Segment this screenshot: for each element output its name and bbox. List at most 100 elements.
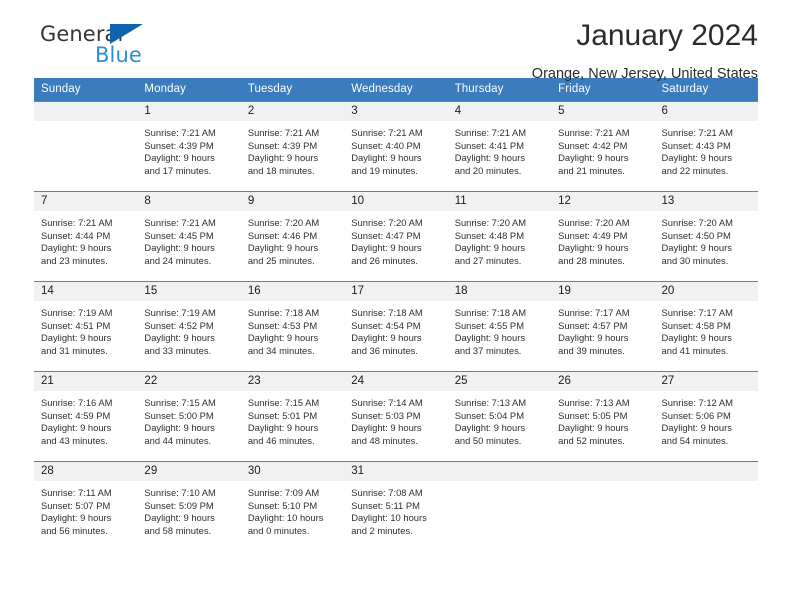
calendar-day-cell[interactable]: 23 Sunrise: 7:15 AM Sunset: 5:01 PM Dayligh… [240, 371, 345, 462]
day-details: Sunrise: 7:10 AM Sunset: 5:09 PM Daylight:… [137, 481, 240, 537]
day-details: Sunrise: 7:21 AM Sunset: 4:43 PM Daylight:… [655, 121, 758, 177]
calendar-day-cell[interactable]: 16 Sunrise: 7:18 AM Sunset: 4:53 PM Dayligh… [240, 281, 345, 372]
daylight-text-line1: Daylight: 9 hours [247, 242, 319, 254]
calendar-week-row: 28 Sunrise: 7:11 AM Sunset: 5:07 PM Dayligh… [34, 461, 758, 551]
calendar-day-cell[interactable]: 27 Sunrise: 7:12 AM Sunset: 5:06 PM Dayligh… [654, 371, 758, 462]
daylight-text-line1: Daylight: 9 hours [454, 242, 526, 254]
daylight-text-line2: and 19 minutes. [351, 164, 418, 176]
daylight-text-line1: Daylight: 10 hours [247, 512, 324, 524]
day-number: 18 [447, 282, 552, 301]
calendar-week-row: 1 Sunrise: 7:21 AM Sunset: 4:39 PM Daylight… [34, 101, 758, 192]
calendar-day-cell[interactable]: 6 Sunrise: 7:21 AM Sunset: 4:43 PM Daylight… [654, 101, 758, 192]
day-details: Sunrise: 7:15 AM Sunset: 5:01 PM Daylight:… [241, 391, 344, 447]
day-number: 31 [344, 462, 448, 481]
day-number: 22 [137, 372, 241, 391]
calendar-day-cell[interactable]: 13 Sunrise: 7:20 AM Sunset: 4:50 PM Dayligh… [654, 191, 758, 282]
sunrise-text: Sunrise: 7:17 AM [661, 307, 733, 318]
calendar-table: Sunday Monday Tuesday Wednesday Thursday… [34, 78, 758, 551]
daylight-text-line2: and 2 minutes. [351, 524, 413, 536]
sunrise-text: Sunrise: 7:18 AM [351, 307, 423, 318]
daylight-text-line2: and 43 minutes. [41, 434, 108, 446]
day-number: 6 [654, 102, 758, 121]
calendar-day-cell[interactable]: 11 Sunrise: 7:20 AM Sunset: 4:48 PM Dayligh… [447, 191, 552, 282]
day-number: 16 [240, 282, 345, 301]
daylight-text-line2: and 39 minutes. [558, 344, 625, 356]
general-blue-logo[interactable]: General Blue [40, 22, 240, 72]
daylight-text-line2: and 26 minutes. [351, 254, 418, 266]
day-details: Sunrise: 7:20 AM Sunset: 4:46 PM Daylight:… [241, 211, 344, 267]
calendar-day-cell[interactable]: 18 Sunrise: 7:18 AM Sunset: 4:55 PM Dayligh… [447, 281, 552, 372]
calendar-day-cell[interactable]: 26 Sunrise: 7:13 AM Sunset: 5:05 PM Dayligh… [551, 371, 655, 462]
calendar-body: 1 Sunrise: 7:21 AM Sunset: 4:39 PM Daylight… [34, 101, 758, 551]
sunrise-text: Sunrise: 7:21 AM [661, 127, 733, 138]
calendar-day-cell[interactable]: 4 Sunrise: 7:21 AM Sunset: 4:41 PM Daylight… [447, 101, 552, 192]
day-details: Sunrise: 7:13 AM Sunset: 5:04 PM Daylight:… [448, 391, 551, 447]
sunrise-text: Sunrise: 7:16 AM [41, 397, 113, 408]
sunrise-text: Sunrise: 7:21 AM [454, 127, 527, 138]
daylight-text-line2: and 21 minutes. [558, 164, 625, 176]
calendar-day-cell[interactable]: 17 Sunrise: 7:18 AM Sunset: 4:54 PM Dayligh… [344, 281, 448, 372]
weekday-header-wednesday: Wednesday [344, 78, 448, 102]
calendar-day-cell[interactable]: 29 Sunrise: 7:10 AM Sunset: 5:09 PM Dayligh… [137, 461, 241, 551]
day-details: Sunrise: 7:21 AM Sunset: 4:39 PM Daylight:… [137, 121, 240, 177]
sunrise-text: Sunrise: 7:20 AM [247, 217, 320, 228]
day-details: Sunrise: 7:13 AM Sunset: 5:05 PM Daylight:… [551, 391, 654, 447]
calendar-day-cell[interactable]: 20 Sunrise: 7:17 AM Sunset: 4:58 PM Dayligh… [654, 281, 758, 372]
calendar-day-cell[interactable]: 7 Sunrise: 7:21 AM Sunset: 4:44 PM Daylight… [34, 191, 138, 282]
calendar-day-cell-empty [654, 461, 758, 551]
daylight-text-line2: and 22 minutes. [661, 164, 729, 176]
day-number: 24 [344, 372, 448, 391]
calendar-day-cell[interactable]: 15 Sunrise: 7:19 AM Sunset: 4:52 PM Dayligh… [137, 281, 241, 372]
calendar-day-cell[interactable]: 28 Sunrise: 7:11 AM Sunset: 5:07 PM Dayligh… [34, 461, 138, 551]
sunset-text: Sunset: 4:42 PM [558, 139, 628, 151]
daylight-text-line1: Daylight: 9 hours [454, 332, 526, 344]
day-number: 26 [551, 372, 655, 391]
calendar-day-cell[interactable]: 22 Sunrise: 7:15 AM Sunset: 5:00 PM Dayligh… [137, 371, 241, 462]
calendar-day-cell[interactable]: 2 Sunrise: 7:21 AM Sunset: 4:39 PM Daylight… [240, 101, 345, 192]
day-number: 2 [240, 102, 345, 121]
day-number: 20 [654, 282, 758, 301]
calendar-day-cell[interactable]: 5 Sunrise: 7:21 AM Sunset: 4:42 PM Daylight… [551, 101, 655, 192]
sunset-text: Sunset: 4:40 PM [351, 139, 421, 151]
calendar-day-cell[interactable]: 19 Sunrise: 7:17 AM Sunset: 4:57 PM Dayligh… [551, 281, 655, 372]
calendar-day-cell[interactable]: 30 Sunrise: 7:09 AM Sunset: 5:10 PM Dayligh… [240, 461, 345, 551]
page-title: January 2024 [576, 19, 758, 52]
sunset-text: Sunset: 4:45 PM [144, 229, 214, 241]
day-number: 23 [240, 372, 345, 391]
calendar-day-cell[interactable]: 21 Sunrise: 7:16 AM Sunset: 4:59 PM Dayligh… [34, 371, 138, 462]
sunset-text: Sunset: 5:10 PM [247, 499, 318, 511]
calendar-day-cell[interactable]: 24 Sunrise: 7:14 AM Sunset: 5:03 PM Dayligh… [344, 371, 448, 462]
daylight-text-line2: and 41 minutes. [661, 344, 729, 356]
day-number: 12 [551, 192, 655, 211]
day-number: 28 [34, 462, 138, 481]
daylight-text-line1: Daylight: 9 hours [144, 422, 215, 434]
day-details: Sunrise: 7:20 AM Sunset: 4:47 PM Daylight:… [344, 211, 447, 267]
day-number [654, 462, 758, 481]
day-details: Sunrise: 7:14 AM Sunset: 5:03 PM Daylight:… [344, 391, 447, 447]
sunrise-text: Sunrise: 7:12 AM [661, 397, 733, 408]
calendar-page: General Blue January 2024 Orange, New Je… [0, 0, 792, 612]
weekday-header-tuesday: Tuesday [240, 78, 345, 102]
calendar-day-cell[interactable]: 3 Sunrise: 7:21 AM Sunset: 4:40 PM Daylight… [344, 101, 448, 192]
calendar-day-cell[interactable]: 1 Sunrise: 7:21 AM Sunset: 4:39 PM Daylight… [137, 101, 241, 192]
calendar-day-cell[interactable]: 9 Sunrise: 7:20 AM Sunset: 4:46 PM Daylight… [240, 191, 345, 282]
daylight-text-line2: and 25 minutes. [247, 254, 315, 266]
day-details: Sunrise: 7:18 AM Sunset: 4:53 PM Daylight:… [241, 301, 344, 357]
calendar-week-row: 14 Sunrise: 7:19 AM Sunset: 4:51 PM Dayligh… [34, 281, 758, 372]
day-details: Sunrise: 7:12 AM Sunset: 5:06 PM Daylight:… [655, 391, 758, 447]
calendar-day-cell[interactable]: 8 Sunrise: 7:21 AM Sunset: 4:45 PM Daylight… [137, 191, 241, 282]
calendar-day-cell[interactable]: 14 Sunrise: 7:19 AM Sunset: 4:51 PM Dayligh… [34, 281, 138, 372]
daylight-text-line2: and 24 minutes. [144, 254, 212, 266]
calendar-day-cell-empty [34, 101, 138, 192]
calendar-day-cell[interactable]: 31 Sunrise: 7:08 AM Sunset: 5:11 PM Dayligh… [344, 461, 448, 551]
sunrise-text: Sunrise: 7:15 AM [247, 397, 320, 408]
sunrise-text: Sunrise: 7:18 AM [247, 307, 320, 318]
sunset-text: Sunset: 4:39 PM [144, 139, 214, 151]
calendar-day-cell[interactable]: 12 Sunrise: 7:20 AM Sunset: 4:49 PM Dayligh… [551, 191, 655, 282]
calendar-day-cell[interactable]: 10 Sunrise: 7:20 AM Sunset: 4:47 PM Dayligh… [344, 191, 448, 282]
day-number: 1 [137, 102, 241, 121]
day-number: 11 [447, 192, 552, 211]
sunset-text: Sunset: 5:00 PM [144, 409, 214, 421]
sunset-text: Sunset: 4:43 PM [661, 139, 731, 151]
calendar-day-cell[interactable]: 25 Sunrise: 7:13 AM Sunset: 5:04 PM Dayligh… [447, 371, 552, 462]
